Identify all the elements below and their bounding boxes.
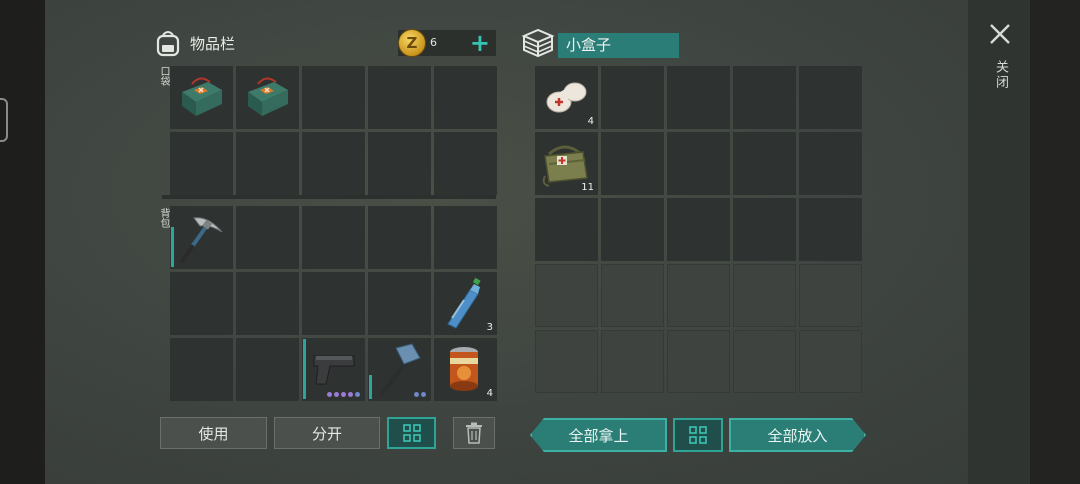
container-slot[interactable] bbox=[667, 198, 730, 261]
take-all-button[interactable]: 全部拿上 bbox=[530, 418, 667, 452]
put-all-button[interactable]: 全部放入 bbox=[729, 418, 866, 452]
inventory-slot[interactable] bbox=[236, 132, 299, 195]
use-button[interactable]: 使用 bbox=[160, 417, 267, 449]
container-slot[interactable] bbox=[799, 66, 862, 129]
item-quantity: 11 bbox=[581, 182, 594, 193]
inventory-slot[interactable] bbox=[368, 206, 431, 269]
inventory-slot[interactable] bbox=[236, 66, 299, 129]
left-bezel bbox=[0, 0, 45, 484]
attachment-dots bbox=[327, 392, 360, 397]
inventory-slot[interactable] bbox=[170, 338, 233, 401]
inventory-slot[interactable]: 3 bbox=[434, 272, 497, 335]
container-sort-button[interactable] bbox=[673, 418, 723, 452]
grid-icon bbox=[402, 424, 421, 442]
close-icon[interactable] bbox=[988, 22, 1012, 46]
container-slot[interactable] bbox=[667, 66, 730, 129]
container-slot-locked bbox=[601, 264, 664, 327]
grid-icon bbox=[689, 426, 707, 444]
container-slot[interactable] bbox=[601, 66, 664, 129]
trash-icon bbox=[466, 422, 482, 444]
inventory-slot[interactable] bbox=[236, 272, 299, 335]
container-title: 小盒子 bbox=[558, 33, 679, 58]
container-slot[interactable] bbox=[733, 66, 796, 129]
container-slot[interactable] bbox=[601, 198, 664, 261]
inventory-slot[interactable] bbox=[302, 206, 365, 269]
pocket-grid bbox=[170, 66, 497, 195]
first-aid-kit-icon bbox=[248, 77, 288, 116]
container-slot-locked bbox=[733, 264, 796, 327]
inventory-slot[interactable] bbox=[368, 132, 431, 195]
inventory-title: 物品栏 bbox=[190, 34, 236, 53]
inventory-slot[interactable] bbox=[302, 338, 365, 401]
backpack-grid: 3 4 bbox=[170, 206, 497, 401]
container-slot[interactable] bbox=[535, 198, 598, 261]
add-currency-button[interactable]: + bbox=[470, 31, 490, 55]
container-slot-locked bbox=[799, 330, 862, 393]
inventory-header: 物品栏 bbox=[153, 28, 235, 58]
close-label[interactable]: 关闭 bbox=[990, 60, 1010, 90]
item-quantity: 4 bbox=[486, 388, 493, 399]
item-quantity: 4 bbox=[587, 116, 594, 127]
inventory-slot[interactable] bbox=[170, 132, 233, 195]
container-slot[interactable]: 11 bbox=[535, 132, 598, 195]
first-aid-kit-icon bbox=[182, 77, 222, 116]
inventory-slot[interactable] bbox=[236, 206, 299, 269]
container-slot-locked bbox=[667, 264, 730, 327]
inventory-slot[interactable] bbox=[236, 338, 299, 401]
inventory-slot[interactable] bbox=[368, 66, 431, 129]
backpack-label: 背包 bbox=[158, 208, 169, 228]
container-slot-locked bbox=[667, 330, 730, 393]
container-slot-locked bbox=[799, 264, 862, 327]
side-handle[interactable] bbox=[0, 98, 8, 142]
box-icon bbox=[521, 28, 555, 58]
container-slot[interactable] bbox=[733, 132, 796, 195]
inventory-slot[interactable] bbox=[170, 272, 233, 335]
inventory-slot[interactable] bbox=[170, 206, 233, 269]
container-slot[interactable] bbox=[601, 132, 664, 195]
inventory-slot[interactable] bbox=[302, 272, 365, 335]
container-slot-locked bbox=[535, 330, 598, 393]
sort-grid-button[interactable] bbox=[387, 417, 436, 449]
right-bezel bbox=[1030, 0, 1080, 484]
container-slot[interactable] bbox=[799, 132, 862, 195]
section-divider bbox=[162, 195, 496, 199]
delete-button[interactable] bbox=[453, 417, 495, 449]
coin-count: 6 bbox=[430, 36, 437, 49]
inventory-slot[interactable] bbox=[302, 66, 365, 129]
container-slot-locked bbox=[601, 330, 664, 393]
container-slot-locked bbox=[733, 330, 796, 393]
split-button[interactable]: 分开 bbox=[274, 417, 380, 449]
attachment-dots bbox=[414, 392, 426, 397]
pocket-label: 口袋 bbox=[158, 66, 169, 86]
container-grid: 4 11 bbox=[535, 66, 862, 400]
inventory-slot[interactable] bbox=[170, 66, 233, 129]
inventory-slot[interactable] bbox=[434, 206, 497, 269]
container-slot[interactable]: 4 bbox=[535, 66, 598, 129]
container-slot[interactable] bbox=[667, 132, 730, 195]
inventory-slot[interactable] bbox=[368, 338, 431, 401]
item-quantity: 3 bbox=[486, 322, 493, 333]
inventory-slot[interactable] bbox=[368, 272, 431, 335]
inventory-slot[interactable]: 4 bbox=[434, 338, 497, 401]
container-slot-locked bbox=[535, 264, 598, 327]
inventory-slot[interactable] bbox=[434, 66, 497, 129]
inventory-slot[interactable] bbox=[434, 132, 497, 195]
coin-icon: Z bbox=[398, 29, 426, 57]
inventory-slot[interactable] bbox=[302, 132, 365, 195]
container-slot[interactable] bbox=[799, 198, 862, 261]
container-slot[interactable] bbox=[733, 198, 796, 261]
backpack-icon bbox=[156, 31, 180, 57]
pickaxe-icon bbox=[179, 217, 223, 264]
currency-display: Z 6 + bbox=[398, 29, 496, 57]
